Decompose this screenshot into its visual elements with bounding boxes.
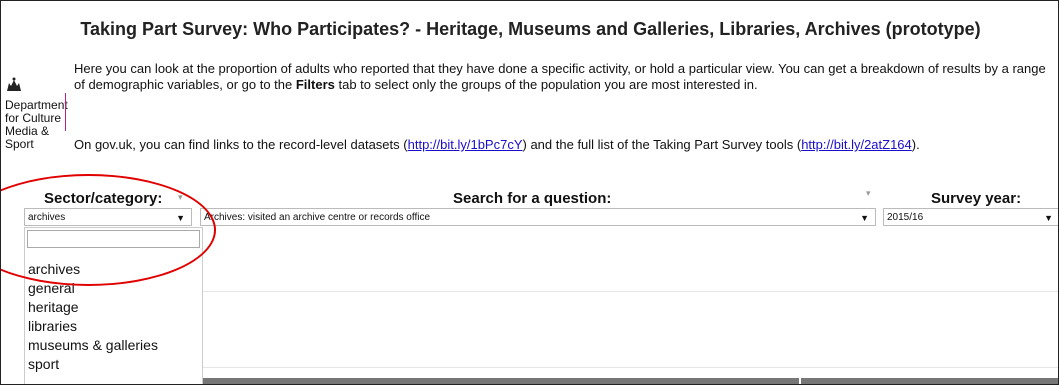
royal-crest-icon bbox=[5, 77, 67, 97]
chevron-down-icon: ▼ bbox=[860, 213, 869, 223]
app-frame: Taking Part Survey: Who Participates? - … bbox=[0, 0, 1059, 385]
chevron-down-icon: ▼ bbox=[1044, 213, 1053, 223]
dropdown-option-heritage[interactable]: heritage bbox=[28, 299, 79, 315]
question-select[interactable]: Archives: visited an archive centre or r… bbox=[200, 208, 876, 226]
question-select-value: Archives: visited an archive centre or r… bbox=[204, 212, 431, 223]
year-select[interactable]: 2015/16 ▼ bbox=[883, 208, 1058, 226]
intro-paragraph: Here you can look at the proportion of a… bbox=[74, 61, 1058, 93]
dataset-link[interactable]: http://bit.ly/1bPc7cY bbox=[408, 137, 523, 152]
links-text-mid: ) and the full list of the Taking Part S… bbox=[522, 137, 802, 152]
dropdown-option-museums-galleries[interactable]: museums & galleries bbox=[28, 337, 158, 353]
year-label: Survey year: bbox=[931, 190, 1022, 207]
dropdown-option-sport[interactable]: sport bbox=[28, 356, 59, 372]
results-bar bbox=[801, 378, 1058, 384]
intro-text-end: tab to select only the groups of the pop… bbox=[334, 77, 758, 92]
logo-line-3: Media & Sport bbox=[5, 124, 50, 151]
logo-accent-bar bbox=[65, 93, 66, 131]
question-label: Search for a question: bbox=[453, 190, 612, 207]
filters-emphasis: Filters bbox=[295, 77, 335, 92]
dcms-logo: Department for Culture Media & Sport bbox=[5, 77, 68, 151]
tools-link[interactable]: http://bit.ly/2atZ164 bbox=[801, 137, 912, 152]
question-sort-icon[interactable]: ▾ bbox=[866, 188, 871, 199]
divider bbox=[203, 367, 1058, 368]
links-text: On gov.uk, you can find links to the rec… bbox=[74, 137, 408, 152]
links-paragraph: On gov.uk, you can find links to the rec… bbox=[74, 137, 1058, 153]
page-title: Taking Part Survey: Who Participates? - … bbox=[80, 19, 981, 39]
divider bbox=[203, 291, 1058, 292]
results-bar bbox=[203, 378, 799, 384]
links-text-end: ). bbox=[911, 137, 920, 152]
dropdown-option-libraries[interactable]: libraries bbox=[28, 318, 77, 334]
year-select-value: 2015/16 bbox=[887, 212, 924, 223]
